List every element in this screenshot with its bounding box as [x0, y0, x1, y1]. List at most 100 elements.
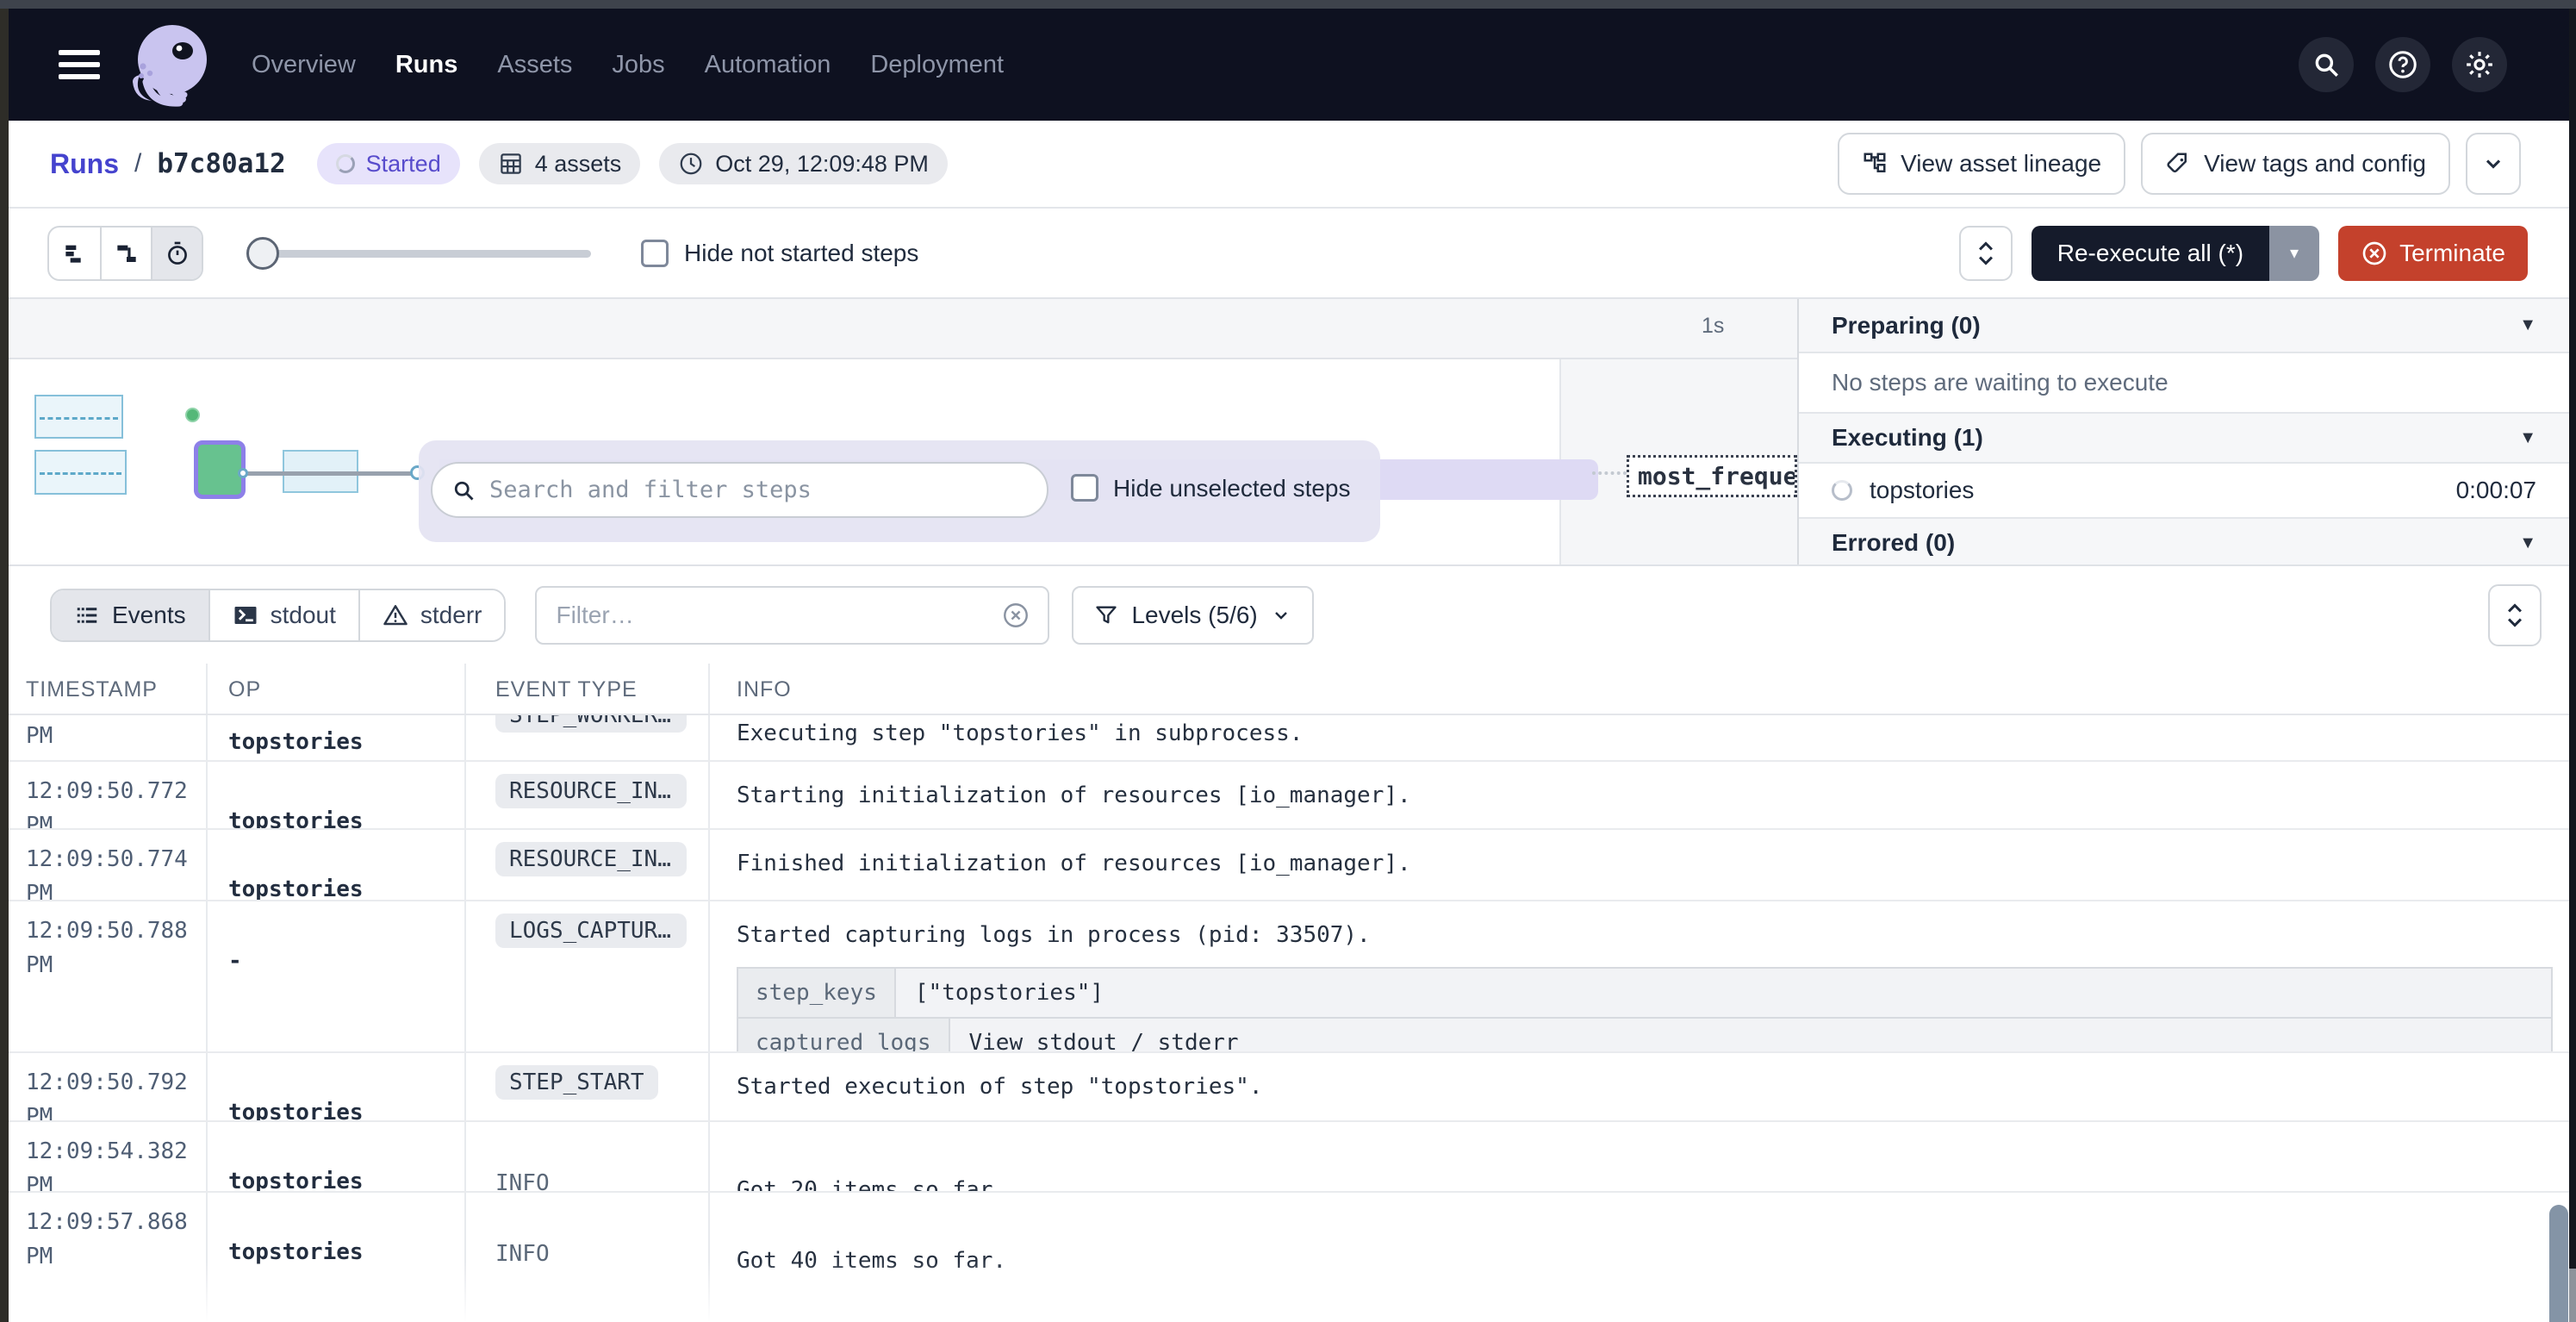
- log-timestamp-link[interactable]: 12:09:50.774 PM: [26, 842, 202, 901]
- top-navbar: Overview Runs Assets Jobs Automation Dep…: [9, 9, 2569, 121]
- nav-item-jobs[interactable]: Jobs: [612, 51, 664, 79]
- log-timestamp-link[interactable]: 12:09:50.788 PM: [26, 914, 202, 982]
- log-filter-box[interactable]: [535, 586, 1049, 645]
- timed-view-icon[interactable]: [151, 228, 202, 279]
- asset-grid-icon: [498, 151, 524, 177]
- window-chrome-left: [0, 9, 9, 1322]
- log-scrollbar-thumb[interactable]: [2549, 1205, 2568, 1322]
- run-status-badge: Started: [317, 143, 460, 184]
- gantt-view-mode-group: [47, 226, 203, 281]
- run-more-actions-button[interactable]: [2466, 133, 2521, 195]
- event-type-label: INFO: [495, 1170, 550, 1193]
- nav-item-automation[interactable]: Automation: [705, 51, 831, 79]
- cancel-circle-icon: [2361, 240, 2388, 267]
- view-tags-config-button[interactable]: View tags and config: [2141, 133, 2450, 195]
- step-search-input[interactable]: [488, 476, 1028, 504]
- terminate-button[interactable]: Terminate: [2338, 226, 2528, 281]
- step-search-box[interactable]: [431, 462, 1048, 518]
- menu-icon[interactable]: [59, 50, 100, 79]
- window-chrome-top: [0, 0, 2576, 9]
- executing-step-row[interactable]: topstories 0:00:07: [1799, 464, 2569, 519]
- help-icon[interactable]: [2375, 37, 2430, 92]
- metadata-key: step_keys: [738, 969, 896, 1017]
- hide-not-started-checkbox[interactable]: [641, 240, 669, 267]
- time-tick-label: 1s: [1702, 314, 1724, 339]
- log-timestamp-link[interactable]: 12:09:50.772 PM: [26, 774, 202, 830]
- metadata-row: step_keys ["topstories"]: [738, 969, 2551, 1017]
- hide-unselected-label: Hide unselected steps: [1113, 475, 1351, 502]
- reexecute-dropdown-button[interactable]: ▾: [2269, 226, 2319, 281]
- log-timestamp-link[interactable]: 12:09:50.792 PM: [26, 1065, 202, 1122]
- tab-events[interactable]: Events: [52, 590, 208, 640]
- slider-handle[interactable]: [246, 237, 279, 270]
- event-type-badge: STEP_START: [495, 1065, 658, 1100]
- slider-track: [246, 250, 591, 258]
- step-box-not-started-2[interactable]: [34, 450, 127, 495]
- log-info: Started capturing logs in process (pid: …: [737, 919, 2535, 1053]
- hide-not-started-label: Hide not started steps: [684, 240, 918, 267]
- waterfall-view-icon[interactable]: [100, 228, 151, 279]
- log-info: Finished initialization of resources [io…: [737, 847, 2535, 880]
- step-state-panel: Preparing (0) ▼ No steps are waiting to …: [1797, 299, 2569, 564]
- nav-item-deployment[interactable]: Deployment: [870, 51, 1004, 79]
- log-op: topstories: [228, 876, 364, 901]
- settings-gear-icon[interactable]: [2452, 37, 2507, 92]
- nav-item-overview[interactable]: Overview: [252, 51, 356, 79]
- flat-view-icon[interactable]: [49, 228, 100, 279]
- caret-down-icon: ▼: [2519, 315, 2536, 335]
- breadcrumb-runs-link[interactable]: Runs: [50, 148, 119, 180]
- search-icon[interactable]: [2299, 37, 2354, 92]
- panel-resize-button[interactable]: [1959, 226, 2013, 281]
- step-label-most-frequent[interactable]: most_frequent: [1627, 455, 1797, 497]
- start-time-badge: Oct 29, 12:09:48 PM: [659, 143, 948, 184]
- view-asset-lineage-button[interactable]: View asset lineage: [1838, 133, 2125, 195]
- gantt-chart: 1s Hide unselected steps: [9, 299, 2569, 564]
- clock-icon: [678, 151, 704, 177]
- log-timestamp-link[interactable]: 12:09:50.770 PM: [26, 715, 202, 753]
- dagster-run-page: Overview Runs Assets Jobs Automation Dep…: [0, 0, 2576, 1322]
- spinner-icon: [336, 154, 355, 173]
- event-type-badge: RESOURCE_INIT_S…: [495, 842, 687, 876]
- clear-filter-icon[interactable]: [1001, 601, 1030, 630]
- event-log-table: TIMESTAMP OP EVENT TYPE INFO 12:09:50.77…: [9, 664, 2569, 1322]
- log-panel-resize-button[interactable]: [2488, 584, 2542, 646]
- step-dot-running[interactable]: [185, 408, 200, 422]
- panel-section-executing[interactable]: Executing (1) ▼: [1799, 414, 2569, 464]
- metadata-row: captured_logs View stdout / stderr: [738, 1017, 2551, 1053]
- assets-count-badge[interactable]: 4 assets: [479, 143, 641, 184]
- nav-item-runs[interactable]: Runs: [395, 51, 458, 79]
- gantt-canvas: 1s Hide unselected steps: [9, 299, 1797, 564]
- gantt-zoom-slider[interactable]: [246, 236, 591, 271]
- tab-stdout[interactable]: stdout: [208, 590, 358, 640]
- page-scrollbar-track[interactable]: [2569, 9, 2576, 1269]
- metadata-value: ["topstories"]: [896, 969, 1123, 1017]
- funnel-icon: [1094, 603, 1118, 627]
- step-elapsed-time: 0:00:07: [2456, 477, 2536, 504]
- log-timestamp-link[interactable]: 12:09:57.868 PM: [26, 1205, 202, 1274]
- table-row: 12:09:57.868 PM topstories INFO Got 40 i…: [9, 1193, 2569, 1322]
- captured-logs-link[interactable]: View stdout / stderr: [950, 1019, 1258, 1053]
- step-spinner-icon: [1832, 480, 1852, 501]
- primary-nav: Overview Runs Assets Jobs Automation Dep…: [252, 51, 1004, 79]
- reexecute-all-button[interactable]: Re-execute all (*): [2032, 226, 2269, 281]
- tab-stderr[interactable]: stderr: [358, 590, 505, 640]
- log-info: Got 40 items so far.: [737, 1244, 2535, 1277]
- dotted-connector: [1592, 471, 1627, 475]
- log-op: topstories: [228, 808, 364, 830]
- dependency-line: [245, 471, 419, 476]
- hide-unselected-checkbox[interactable]: [1071, 474, 1098, 502]
- levels-filter-button[interactable]: Levels (5/6): [1072, 586, 1313, 645]
- log-info: Executing step "topstories" in subproces…: [737, 717, 2535, 750]
- panel-section-preparing[interactable]: Preparing (0) ▼: [1799, 299, 2569, 353]
- panel-section-errored[interactable]: Errored (0) ▼: [1799, 519, 2569, 564]
- dagster-logo-icon[interactable]: [124, 22, 227, 108]
- log-filter-input[interactable]: [554, 601, 1001, 630]
- table-header: TIMESTAMP OP EVENT TYPE INFO: [9, 664, 2569, 715]
- col-header-timestamp: TIMESTAMP: [26, 677, 158, 702]
- event-metadata-table: step_keys ["topstories"] captured_logs V…: [737, 967, 2553, 1053]
- log-timestamp-link[interactable]: 12:09:54.382 PM: [26, 1134, 202, 1193]
- search-icon: [451, 478, 476, 502]
- step-box-not-started-1[interactable]: [34, 395, 123, 439]
- col-header-op: OP: [228, 677, 261, 702]
- nav-item-assets[interactable]: Assets: [497, 51, 572, 79]
